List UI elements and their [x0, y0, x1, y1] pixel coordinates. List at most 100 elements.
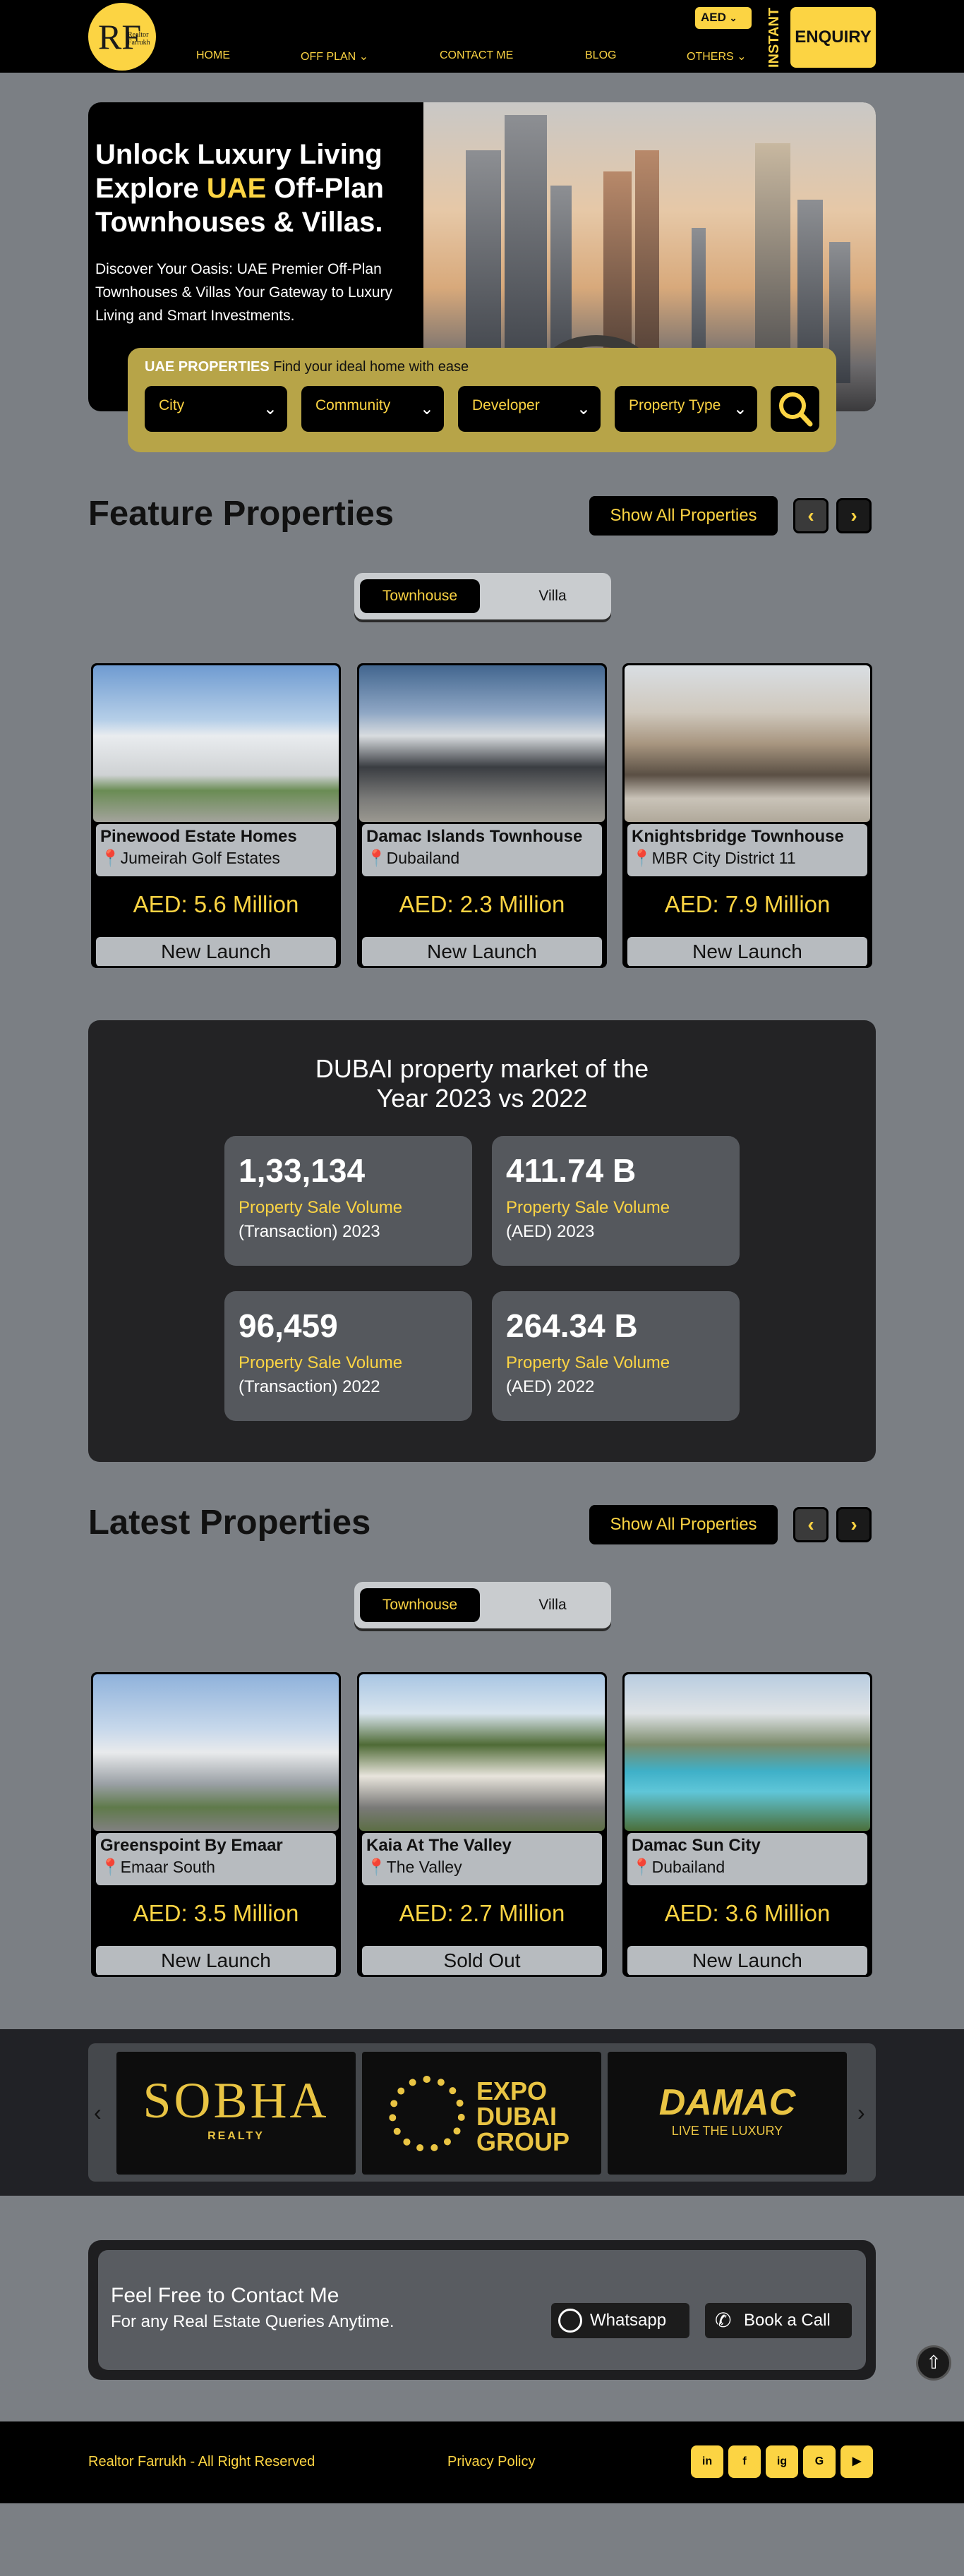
property-status: New Launch — [627, 937, 867, 966]
latest-type-toggle: Townhouse Villa — [354, 1582, 611, 1628]
nav-off-plan[interactable]: OFF PLAN ⌄ — [301, 49, 368, 64]
chevron-down-icon: ⌄ — [359, 51, 369, 63]
property-price: AED: 5.6 Million — [133, 891, 299, 917]
site-footer: Realtor Farrukh - All Right Reserved Pri… — [0, 2421, 964, 2503]
property-price: AED: 3.5 Million — [133, 1900, 299, 1926]
location-pin-icon: 📍 — [100, 1858, 121, 1876]
property-image — [93, 1674, 339, 1831]
search-button[interactable] — [771, 386, 819, 432]
latest-next-arrow-icon[interactable]: › — [836, 1507, 872, 1542]
property-card[interactable]: Greenspoint By Emaar 📍Emaar South AED: 3.… — [91, 1672, 341, 1977]
property-card[interactable]: Pinewood Estate Homes 📍Jumeirah Golf Esta… — [91, 663, 341, 968]
scroll-to-top-icon[interactable]: ⇧ — [916, 2345, 951, 2381]
property-name: Damac Islands Townhouse — [366, 827, 583, 846]
location-pin-icon: 📍 — [100, 849, 121, 867]
phone-icon: ✆ — [715, 2309, 732, 2331]
location-pin-icon: 📍 — [366, 849, 387, 867]
contact-subtitle: For any Real Estate Queries Anytime. — [111, 2312, 394, 2331]
privacy-policy-link[interactable]: Privacy Policy — [447, 2454, 535, 2470]
latest-title: Latest Properties — [88, 1504, 371, 1542]
hero-description: Discover Your Oasis: UAE Premier Off-Pla… — [95, 261, 393, 324]
sobha-logo[interactable]: SOBHA REALTY — [116, 2052, 356, 2175]
tab-villa[interactable]: Villa — [500, 579, 605, 613]
property-card[interactable]: Damac Islands Townhouse 📍Dubailand AED: 2… — [357, 663, 607, 968]
nav-blog[interactable]: BLOG — [585, 49, 616, 62]
property-price: AED: 3.6 Million — [664, 1900, 831, 1926]
property-image — [625, 665, 870, 822]
hero-title: Unlock Luxury Living Explore UAE Off-Pla… — [95, 139, 384, 238]
enquiry-button[interactable]: ENQUIRY — [790, 7, 876, 68]
youtube-icon[interactable]: ▶ — [841, 2445, 873, 2478]
community-select[interactable]: Community ⌄ — [301, 386, 444, 432]
nav-home[interactable]: HOME — [196, 49, 230, 62]
property-image — [359, 1674, 605, 1831]
stat-card: 264.34 B Property Sale Volume (AED) 2022 — [492, 1291, 740, 1421]
property-price: AED: 2.7 Million — [399, 1900, 565, 1926]
linkedin-icon[interactable]: in — [691, 2445, 723, 2478]
nav-contact-me[interactable]: CONTACT ME — [440, 49, 513, 62]
site-header: RF Realtor Farrukh HOME OFF PLAN ⌄ CONTAC… — [0, 0, 964, 73]
property-location: 📍MBR City District 11 — [632, 849, 796, 867]
property-status: New Launch — [96, 937, 336, 966]
whatsapp-button[interactable]: Whatsapp — [551, 2303, 689, 2338]
chevron-down-icon: ⌄ — [576, 399, 591, 418]
tab-villa[interactable]: Villa — [500, 1588, 605, 1622]
instant-label: INSTANT — [766, 7, 782, 68]
property-info: Pinewood Estate Homes 📍Jumeirah Golf Esta… — [96, 824, 336, 876]
chevron-down-icon: ⌄ — [263, 399, 277, 418]
property-name: Greenspoint By Emaar — [100, 1836, 283, 1855]
expo-dubai-group-logo[interactable]: EXPO DUBAI GROUP — [362, 2052, 601, 2175]
property-image — [625, 1674, 870, 1831]
featured-show-all-button[interactable]: Show All Properties — [589, 496, 778, 536]
site-logo[interactable]: RF Realtor Farrukh — [88, 3, 156, 71]
contact-title: Feel Free to Contact Me — [111, 2284, 339, 2307]
property-location: 📍The Valley — [366, 1858, 462, 1876]
property-card[interactable]: Damac Sun City 📍Dubailand AED: 3.6 Millio… — [622, 1672, 872, 1977]
location-pin-icon: 📍 — [632, 849, 652, 867]
carousel-next-icon[interactable]: › — [857, 2100, 865, 2126]
google-icon[interactable]: G — [803, 2445, 836, 2478]
property-card[interactable]: Knightsbridge Townhouse 📍MBR City Distric… — [622, 663, 872, 968]
tab-townhouse[interactable]: Townhouse — [360, 579, 480, 613]
property-info: Damac Sun City 📍Dubailand — [627, 1833, 867, 1885]
carousel-prev-icon[interactable]: ‹ — [94, 2100, 102, 2126]
whatsapp-icon — [558, 2309, 582, 2333]
partners-carousel: ‹ SOBHA REALTY EXPO DUBAI GROUP DAMAC LIVE… — [88, 2043, 876, 2182]
partners-section: ‹ SOBHA REALTY EXPO DUBAI GROUP DAMAC LIVE… — [0, 2029, 964, 2196]
property-status: Sold Out — [362, 1946, 602, 1975]
search-icon — [779, 392, 813, 427]
stat-card: 96,459 Property Sale Volume (Transaction) … — [224, 1291, 472, 1421]
location-pin-icon: 📍 — [366, 1858, 387, 1876]
property-status: New Launch — [362, 937, 602, 966]
book-call-button[interactable]: ✆ Book a Call — [705, 2303, 852, 2338]
property-card[interactable]: Kaia At The Valley 📍The Valley AED: 2.7 M… — [357, 1672, 607, 1977]
facebook-icon[interactable]: f — [728, 2445, 761, 2478]
property-info: Damac Islands Townhouse 📍Dubailand — [362, 824, 602, 876]
instagram-icon[interactable]: ig — [766, 2445, 798, 2478]
property-image — [359, 665, 605, 822]
copyright-text: Realtor Farrukh - All Right Reserved — [88, 2454, 315, 2469]
featured-type-toggle: Townhouse Villa — [354, 573, 611, 619]
property-image — [93, 665, 339, 822]
city-select[interactable]: City ⌄ — [145, 386, 287, 432]
property-search: UAE PROPERTIES Find your ideal home with… — [128, 348, 836, 452]
contact-cta: Feel Free to Contact Me For any Real Est… — [88, 2240, 876, 2380]
property-status: New Launch — [96, 1946, 336, 1975]
currency-select[interactable]: AED ⌄ — [695, 7, 752, 29]
tab-townhouse[interactable]: Townhouse — [360, 1588, 480, 1622]
location-pin-icon: 📍 — [632, 1858, 652, 1876]
featured-next-arrow-icon[interactable]: › — [836, 498, 872, 533]
featured-prev-arrow-icon[interactable]: ‹ — [793, 498, 829, 533]
featured-title: Feature Properties — [88, 495, 394, 533]
latest-show-all-button[interactable]: Show All Properties — [589, 1505, 778, 1544]
damac-logo[interactable]: DAMAC LIVE THE LUXURY — [608, 2052, 847, 2175]
property-location: 📍Dubailand — [366, 849, 460, 867]
property-location: 📍Emaar South — [100, 1858, 215, 1876]
property-name: Pinewood Estate Homes — [100, 827, 297, 846]
developer-select[interactable]: Developer ⌄ — [458, 386, 601, 432]
chevron-down-icon: ⌄ — [733, 399, 747, 418]
property-name: Damac Sun City — [632, 1836, 761, 1855]
property-type-select[interactable]: Property Type ⌄ — [615, 386, 757, 432]
latest-prev-arrow-icon[interactable]: ‹ — [793, 1507, 829, 1542]
nav-others[interactable]: OTHERS ⌄ — [687, 49, 747, 64]
